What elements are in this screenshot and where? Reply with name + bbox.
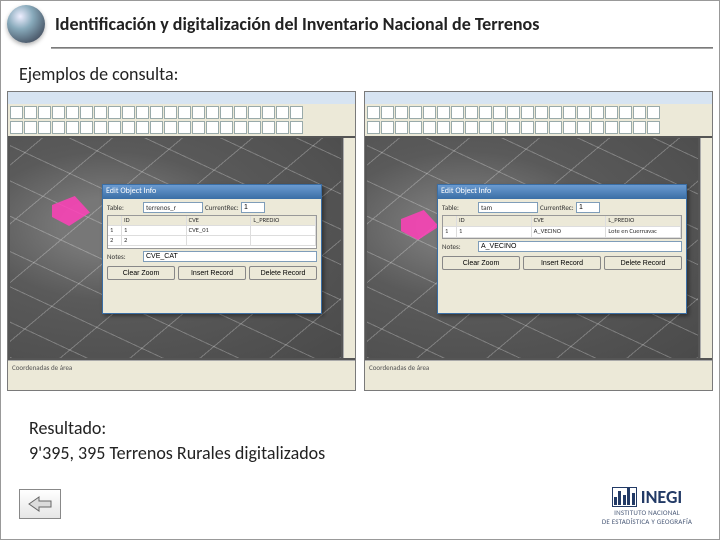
object-info-dialog: Edit Object Info Table: tam CurrentRec: … [437,184,687,314]
currentrec-label: CurrentRec: [540,203,574,212]
insert-record-button[interactable]: Insert Record [178,266,246,280]
header: Identificación y digitalización del Inve… [1,1,719,43]
notes-input[interactable] [143,251,317,262]
inegi-logo: INEGI INSTITUTO NACIONAL DE ESTADÍSTICA … [587,486,707,525]
record-grid[interactable]: ID CVE L_PREDIO 1 1 A_VECINO Lote en Cue… [442,215,682,239]
notes-input[interactable] [478,241,682,252]
arrow-left-icon [27,495,53,513]
gis-screenshot-1: Edit Object Info Table: terrenos_r Curre… [7,91,356,391]
side-toolbar [343,138,355,358]
status-bar: Coordenadas de área [8,360,355,390]
dialog-titlebar: Edit Object Info [103,185,321,199]
object-info-dialog: Edit Object Info Table: terrenos_r Curre… [102,184,322,314]
gis-screenshot-2: Edit Object Info Table: tam CurrentRec: … [364,91,713,391]
insert-record-button[interactable]: Insert Record [523,256,601,270]
currentrec-input[interactable] [576,202,600,213]
status-bar: Coordenadas de área [365,360,712,390]
currentrec-input[interactable] [241,202,265,213]
table-label: Table: [107,203,141,212]
toolbar-row-1 [367,106,710,120]
back-button[interactable] [19,489,61,519]
table-select[interactable]: tam [478,202,538,213]
clear-zoom-button[interactable]: Clear Zoom [442,256,520,270]
result-value: 9'395, 395 Terrenos Rurales digitalizado… [29,441,325,465]
slide: Identificación y digitalización del Inve… [0,0,720,540]
result-block: Resultado: 9'395, 395 Terrenos Rurales d… [29,416,325,465]
result-label: Resultado: [29,416,325,440]
toolbar-row-2 [367,121,710,135]
header-rule [51,47,713,49]
side-toolbar [700,138,712,358]
clear-zoom-button[interactable]: Clear Zoom [107,266,175,280]
toolbar-row-1 [10,106,353,120]
title-wrap: Identificación y digitalización del Inve… [55,13,713,35]
logo-line2: DE ESTADÍSTICA Y GEOGRAFÍA [587,518,707,525]
dialog-titlebar: Edit Object Info [438,185,686,199]
table-label: Table: [442,203,476,212]
notes-label: Notes: [442,242,476,251]
toolbar-row-2 [10,121,353,135]
logo-line1: INSTITUTO NACIONAL [587,509,707,516]
screenshot-row: Edit Object Info Table: terrenos_r Curre… [1,91,719,391]
currentrec-label: CurrentRec: [205,203,239,212]
logo-acronym: INEGI [641,486,682,508]
notes-label: Notes: [107,252,141,261]
logo-bars-icon [612,487,637,507]
table-select[interactable]: terrenos_r [143,202,203,213]
record-grid[interactable]: ID CVE L_PREDIO 1 1 CVE_01 2 2 [107,215,317,249]
page-title: Identificación y digitalización del Inve… [55,13,713,35]
globe-icon [7,5,45,43]
delete-record-button[interactable]: Delete Record [604,256,682,270]
delete-record-button[interactable]: Delete Record [249,266,317,280]
subheading: Ejemplos de consulta: [19,63,719,85]
